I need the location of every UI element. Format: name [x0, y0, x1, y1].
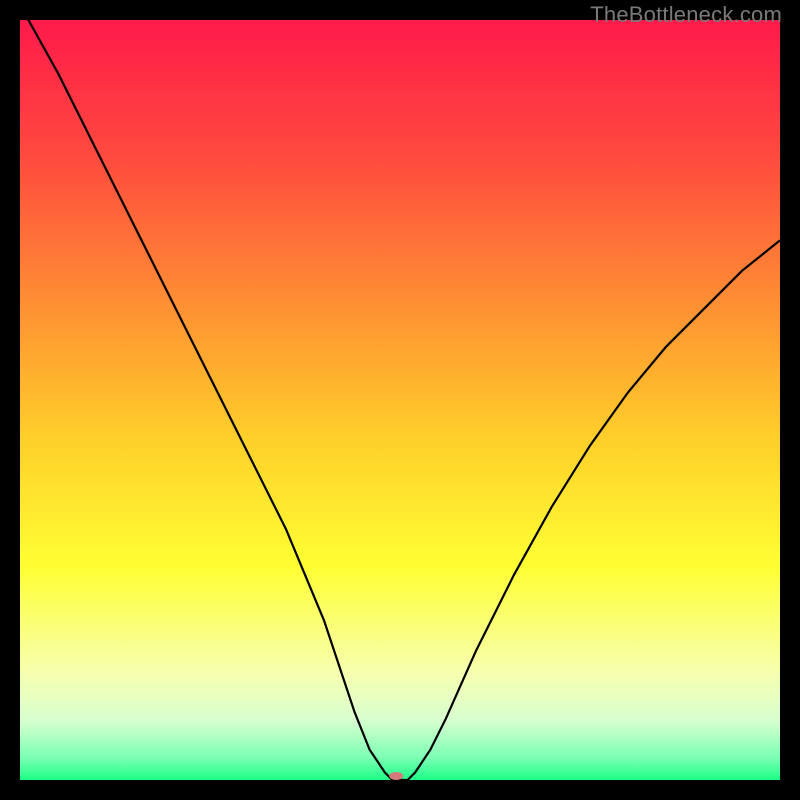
chart-svg	[20, 20, 780, 780]
gradient-background	[20, 20, 780, 780]
plot-area	[20, 20, 780, 780]
chart-stage: TheBottleneck.com	[0, 0, 800, 800]
watermark-label: TheBottleneck.com	[590, 2, 782, 28]
bottleneck-marker	[389, 772, 403, 780]
